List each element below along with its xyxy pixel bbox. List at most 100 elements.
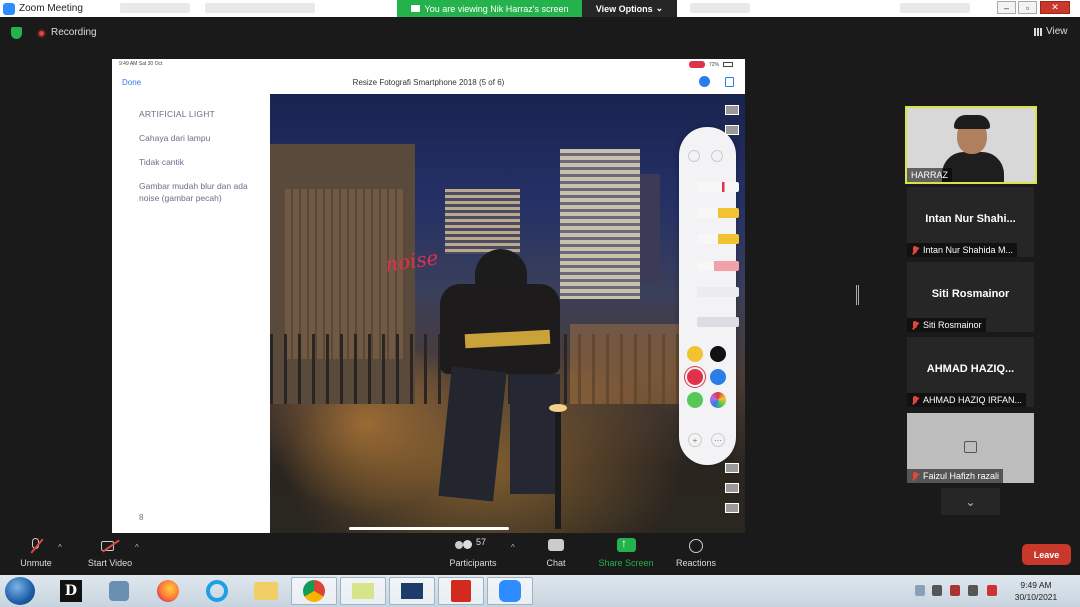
participant-tile[interactable]: Intan Nur Shahi... Intan Nur Shahida M..… xyxy=(907,187,1034,257)
reactions-button[interactable]: Reactions xyxy=(674,538,718,568)
start-video-button[interactable]: Start Video xyxy=(84,538,136,568)
security-shield-icon[interactable] xyxy=(11,27,22,39)
home-indicator xyxy=(349,527,509,530)
page-thumbnail[interactable] xyxy=(725,483,739,493)
remote-desktop-icon[interactable] xyxy=(389,577,435,605)
acrobat-icon[interactable] xyxy=(438,577,484,605)
markup-palette: + ⋯ xyxy=(679,127,739,465)
color-swatch-black[interactable] xyxy=(710,346,726,362)
note-item: Gambar mudah blur dan ada noise (gambar … xyxy=(139,181,248,203)
show-hidden-icons[interactable] xyxy=(915,585,925,596)
viewing-screen-text: You are viewing Nik Harraz's screen xyxy=(424,3,569,14)
video-off-icon xyxy=(101,538,120,554)
app-icon-utility[interactable] xyxy=(96,577,142,605)
participant-display-name: Siti Rosmainor xyxy=(931,288,1010,300)
redo-icon[interactable] xyxy=(711,150,723,162)
unmute-button[interactable]: Unmute xyxy=(15,538,57,568)
chevron-down-icon: ⌄ xyxy=(655,3,664,13)
participant-label: Intan Nur Shahida M... xyxy=(907,243,1018,257)
color-picker-icon[interactable] xyxy=(710,392,726,408)
viewing-screen-banner: You are viewing Nik Harraz's screen xyxy=(397,0,582,17)
volume-icon[interactable] xyxy=(932,585,942,596)
view-label: View xyxy=(1046,26,1068,37)
color-swatch-blue[interactable] xyxy=(710,369,726,385)
participants-button[interactable]: 57 Participants xyxy=(445,537,501,568)
participant-name: Siti Rosmainor xyxy=(923,320,982,330)
markup-icon[interactable] xyxy=(699,76,710,87)
chat-button[interactable]: Chat xyxy=(538,538,574,568)
highlighter-tool[interactable] xyxy=(697,208,739,218)
close-button[interactable]: ✕ xyxy=(1040,1,1070,14)
participant-label: Siti Rosmainor xyxy=(907,318,986,332)
lamp-post-shape xyxy=(555,409,561,529)
participant-display-name: Intan Nur Shahi... xyxy=(925,213,1016,225)
internet-explorer-icon[interactable] xyxy=(194,577,240,605)
participants-label: Participants xyxy=(449,558,497,568)
firefox-icon[interactable] xyxy=(145,577,191,605)
gallery-scroll-down-button[interactable]: ⌄ xyxy=(941,488,1000,515)
add-icon[interactable]: + xyxy=(688,433,702,447)
ruler-tool[interactable] xyxy=(697,317,739,327)
network-icon[interactable] xyxy=(968,585,978,596)
pen-tool[interactable] xyxy=(697,182,739,192)
share-icon[interactable] xyxy=(725,77,734,87)
audio-options-caret-icon[interactable]: ^ xyxy=(58,543,62,552)
mic-muted-icon xyxy=(911,245,919,255)
panel-resize-handle[interactable] xyxy=(856,285,859,305)
color-swatch-green[interactable] xyxy=(687,392,703,408)
undo-icon[interactable] xyxy=(688,150,700,162)
security-tray-icon[interactable] xyxy=(950,585,960,596)
app-icon-dictionary[interactable]: D xyxy=(48,577,94,605)
participant-tile[interactable]: Siti Rosmainor Siti Rosmainor xyxy=(907,262,1034,332)
chat-icon xyxy=(547,538,565,554)
meeting-status-bar xyxy=(0,17,1080,51)
file-explorer-icon[interactable] xyxy=(243,577,289,605)
tower-shape xyxy=(640,174,660,284)
mic-muted-icon xyxy=(911,320,919,330)
maximize-button[interactable]: ▫ xyxy=(1018,1,1037,14)
participant-tile-active-speaker[interactable]: HARRAZ xyxy=(905,106,1037,184)
participant-video-cap xyxy=(954,115,990,129)
pencil-tool[interactable] xyxy=(697,234,739,244)
minimize-button[interactable]: – xyxy=(997,1,1016,14)
windows-start-button[interactable] xyxy=(5,577,35,605)
view-button[interactable]: View xyxy=(1034,26,1068,37)
mic-muted-icon xyxy=(27,538,45,554)
smiley-icon xyxy=(687,538,705,554)
more-icon[interactable]: ⋯ xyxy=(711,433,725,447)
eraser-tool[interactable] xyxy=(697,261,739,271)
page-thumbnail[interactable] xyxy=(725,463,739,473)
background-tab-ghost xyxy=(900,3,970,13)
leave-button[interactable]: Leave xyxy=(1022,544,1071,565)
participant-tile[interactable]: AHMAD HAZIQ... AHMAD HAZIQ IRFAN... xyxy=(907,337,1034,407)
color-swatch-red[interactable] xyxy=(687,369,703,385)
chrome-icon[interactable] xyxy=(291,577,337,605)
notification-icon[interactable] xyxy=(987,585,997,596)
taskbar-clock[interactable]: 9:49 AM 30/10/2021 xyxy=(1008,579,1064,603)
avatar-placeholder-icon xyxy=(964,441,977,453)
lamp-light-shape xyxy=(549,404,567,412)
zoom-taskbar-icon[interactable] xyxy=(487,577,533,605)
battery-icon xyxy=(723,62,733,67)
participant-tile[interactable]: Faizul Hafizh razali xyxy=(907,413,1034,483)
start-video-label: Start Video xyxy=(87,558,133,568)
participants-caret-icon[interactable]: ^ xyxy=(511,543,515,552)
share-screen-button[interactable]: Share Screen xyxy=(596,536,656,568)
page-number: 8 xyxy=(139,513,144,522)
mic-muted-icon xyxy=(911,395,919,405)
page-thumbnail[interactable] xyxy=(725,125,739,135)
participants-count: 57 xyxy=(476,537,487,547)
person-leg-shape xyxy=(510,374,560,494)
page-thumbnail[interactable] xyxy=(725,503,739,513)
video-options-caret-icon[interactable]: ^ xyxy=(135,543,139,552)
zoom-app-icon xyxy=(3,2,15,15)
participant-display-name: AHMAD HAZIQ... xyxy=(926,363,1015,375)
page-thumbnail[interactable] xyxy=(725,105,739,115)
share-screen-icon xyxy=(617,536,636,554)
color-swatch-yellow[interactable] xyxy=(687,346,703,362)
recording-icon xyxy=(37,29,46,38)
view-options-button[interactable]: View Options ⌄ xyxy=(582,0,677,17)
lasso-tool[interactable] xyxy=(697,287,739,297)
chevron-down-icon: ⌄ xyxy=(965,494,976,509)
notes-app-icon[interactable] xyxy=(340,577,386,605)
